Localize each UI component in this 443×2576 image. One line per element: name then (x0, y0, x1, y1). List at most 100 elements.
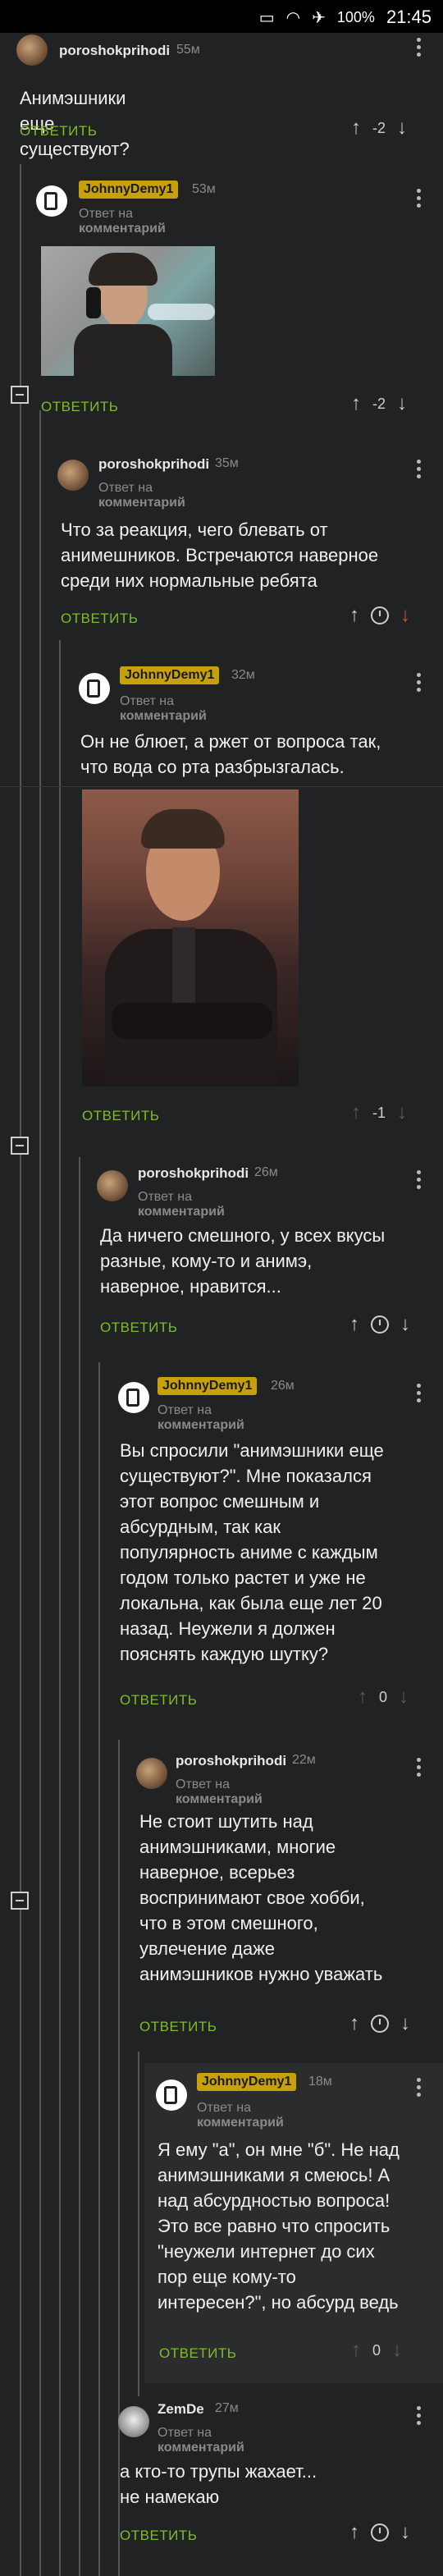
username[interactable]: poroshokprihodi (176, 1753, 286, 1769)
username[interactable]: JohnnyDemy1 (120, 666, 220, 684)
downvote-icon[interactable]: ↓ (400, 1315, 410, 1334)
comment-time: 22м (292, 1753, 316, 1767)
username[interactable]: JohnnyDemy1 (79, 181, 179, 199)
comment-time: 26м (271, 1379, 295, 1393)
more-options-icon[interactable] (417, 2078, 422, 2098)
reply-to-info: Ответ на комментарий (176, 1778, 263, 1806)
avatar[interactable] (36, 185, 67, 217)
clock-icon (371, 1315, 389, 1334)
more-options-icon[interactable] (417, 673, 422, 693)
downvote-icon[interactable]: ↓ (400, 606, 410, 625)
downvote-icon[interactable]: ↓ (400, 2014, 410, 2034)
comment-text: Вы спросили "анимэшники еще существуют?".… (120, 1440, 384, 1664)
divider (0, 786, 443, 787)
collapse-thread-button[interactable] (11, 1892, 29, 1910)
comment-text: Да ничего смешного, у всех вкусы разные, … (100, 1225, 386, 1297)
reply-to-link[interactable]: комментарий (158, 2441, 244, 2455)
comment-time: 35м (215, 456, 239, 470)
username[interactable]: poroshokprihodi (98, 456, 209, 473)
reply-button[interactable]: ОТВЕТИТЬ (120, 2528, 197, 2544)
reply-to-info: Ответ на комментарий (158, 2426, 244, 2455)
comment-text: а кто-то трупы жахает... не намекаю (120, 2461, 317, 2507)
reply-to-link[interactable]: комментарий (79, 222, 166, 236)
reply-to-link[interactable]: комментарий (158, 1418, 244, 1432)
comment-time: 32м (231, 668, 255, 682)
reply-to-link[interactable]: комментарий (197, 2116, 284, 2130)
upvote-icon[interactable]: ↑ (351, 2340, 361, 2360)
thread-line (98, 1362, 100, 2576)
comment-time: 55м (176, 43, 200, 57)
avatar[interactable] (79, 673, 110, 704)
upvote-icon[interactable]: ↑ (349, 606, 359, 625)
score: 0 (372, 2341, 381, 2359)
username[interactable]: ZemDe (158, 2401, 204, 2418)
reply-to-link[interactable]: комментарий (138, 1205, 225, 1219)
avatar[interactable] (97, 1170, 128, 1201)
nfc-icon: ▭ (258, 8, 275, 27)
reply-button[interactable]: ОТВЕТИТЬ (120, 1692, 197, 1709)
more-options-icon[interactable] (417, 1170, 422, 1190)
upvote-icon[interactable]: ↑ (358, 1687, 368, 1707)
reply-to-link[interactable]: комментарий (120, 709, 207, 723)
score: -1 (372, 1104, 386, 1121)
collapse-thread-button[interactable] (11, 386, 29, 404)
downvote-icon[interactable]: ↓ (399, 1687, 409, 1707)
reply-button[interactable]: ОТВЕТИТЬ (20, 123, 97, 140)
more-options-icon[interactable] (417, 1384, 422, 1403)
thread-line (39, 410, 41, 2576)
battery-level: 100% (336, 8, 375, 25)
upvote-icon[interactable]: ↑ (351, 118, 361, 138)
upvote-icon[interactable]: ↑ (351, 1103, 361, 1123)
reply-button[interactable]: ОТВЕТИТЬ (159, 2345, 236, 2362)
avatar[interactable] (136, 1758, 167, 1789)
upvote-icon[interactable]: ↑ (349, 2523, 359, 2542)
airplane-icon: ✈ (312, 8, 326, 27)
username[interactable]: JohnnyDemy1 (158, 1377, 258, 1395)
reaction-gif[interactable] (41, 246, 215, 376)
reply-to-info: Ответ на комментарий (197, 2101, 284, 2130)
thread-line (138, 2052, 139, 2396)
reply-button[interactable]: ОТВЕТИТЬ (41, 399, 118, 415)
score: -2 (372, 119, 386, 136)
more-options-icon[interactable] (417, 1758, 422, 1778)
avatar[interactable] (118, 2406, 149, 2437)
comment-text: Что за реакция, чего блевать от анимешник… (61, 519, 379, 591)
more-options-icon[interactable] (417, 2406, 422, 2426)
username[interactable]: JohnnyDemy1 (197, 2073, 297, 2091)
collapse-thread-button[interactable] (11, 1137, 29, 1155)
downvote-icon[interactable]: ↓ (397, 1103, 407, 1123)
downvote-icon[interactable]: ↓ (392, 2340, 402, 2360)
reply-to-link[interactable]: комментарий (98, 496, 185, 510)
reply-button[interactable]: ОТВЕТИТЬ (100, 1320, 177, 1336)
username[interactable]: poroshokprihodi (138, 1165, 249, 1182)
username[interactable]: poroshokprihodi (59, 43, 170, 59)
avatar[interactable] (16, 34, 48, 66)
score: -2 (372, 395, 386, 412)
upvote-icon[interactable]: ↑ (349, 1315, 359, 1334)
avatar[interactable] (156, 2080, 187, 2111)
reply-button[interactable]: ОТВЕТИТЬ (82, 1108, 159, 1124)
upvote-icon[interactable]: ↑ (351, 394, 361, 414)
comment-text: Не стоит шутить над анимэшниками, многие н… (139, 1811, 383, 1984)
reaction-image[interactable] (82, 789, 299, 1087)
upvote-icon[interactable]: ↑ (349, 2014, 359, 2034)
reply-to-info: Ответ на комментарий (120, 694, 207, 723)
reply-to-link[interactable]: комментарий (176, 1792, 263, 1806)
thread-line (118, 1740, 120, 2576)
thread-line (20, 164, 21, 2576)
comment-text: Я ему "а", он мне "б". Не над анимэшникам… (158, 2139, 400, 2313)
downvote-icon[interactable]: ↓ (397, 118, 407, 138)
reply-to-info: Ответ на комментарий (79, 207, 166, 236)
more-options-icon[interactable] (417, 38, 422, 57)
thread-line (59, 640, 61, 2576)
downvote-icon[interactable]: ↓ (397, 394, 407, 414)
avatar[interactable] (118, 1382, 149, 1413)
reply-button[interactable]: ОТВЕТИТЬ (61, 611, 138, 627)
more-options-icon[interactable] (417, 189, 422, 208)
avatar[interactable] (57, 460, 89, 491)
wifi-icon: ◠ (285, 8, 301, 27)
more-options-icon[interactable] (417, 460, 422, 479)
downvote-icon[interactable]: ↓ (400, 2523, 410, 2542)
reply-button[interactable]: ОТВЕТИТЬ (139, 2019, 217, 2035)
reply-to-info: Ответ на комментарий (158, 1403, 244, 1432)
